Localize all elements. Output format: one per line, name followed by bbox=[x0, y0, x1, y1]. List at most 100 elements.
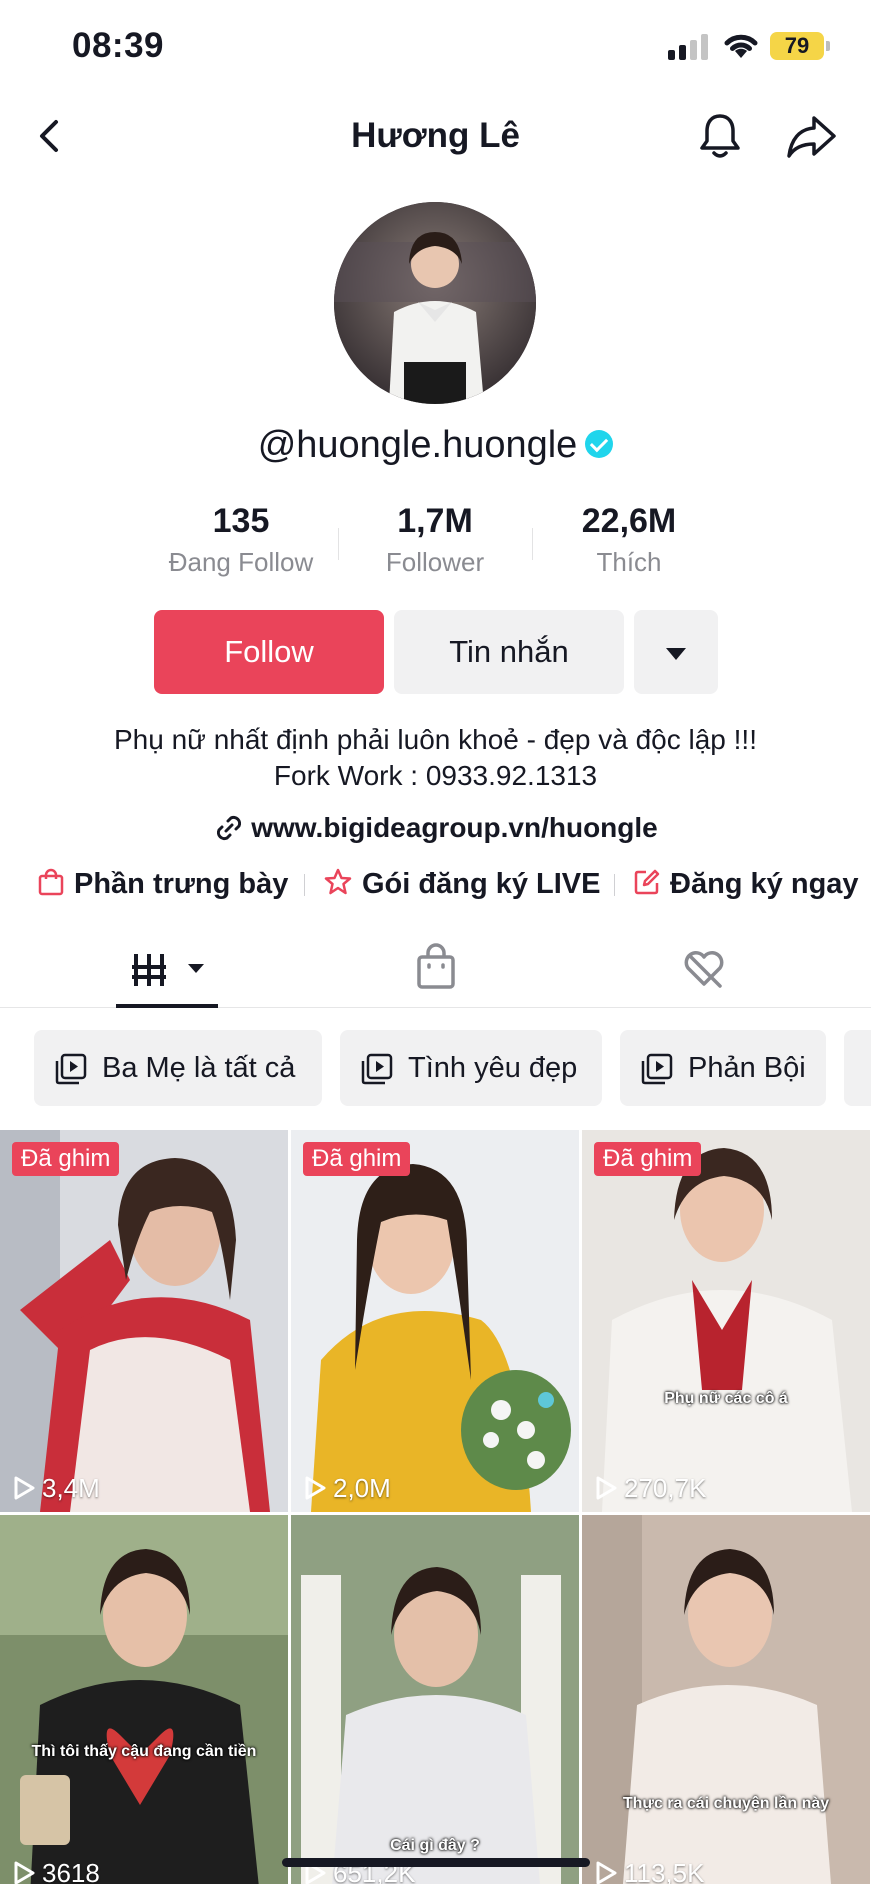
username: @huongle.huongle bbox=[257, 424, 578, 466]
video-grid: Đã ghim 3,4M Đã ghim 2,0M Đã ghim Phụ nữ… bbox=[0, 1130, 871, 1884]
playlist-label: Ba Mẹ là tất cả bbox=[102, 1052, 296, 1084]
nav-bar: Hương Lê bbox=[0, 96, 871, 182]
video-thumbnail bbox=[582, 1515, 870, 1884]
view-count-value: 3618 bbox=[42, 1858, 100, 1884]
stat-followers[interactable]: 1,7M Follower bbox=[340, 502, 530, 578]
video-caption: Thực ra cái chuyện lần này bbox=[622, 1795, 830, 1812]
video-tile[interactable]: Thực ra cái chuyện lần này 113,5K bbox=[582, 1515, 870, 1884]
status-bar: 08:39 79 bbox=[0, 0, 871, 96]
video-caption: Phụ nữ các cô á bbox=[664, 1390, 788, 1407]
chip-label: Phần trưng bày bbox=[74, 868, 289, 900]
tab-liked[interactable] bbox=[680, 930, 728, 1008]
playlist-item[interactable]: Tình yêu đẹp bbox=[340, 1030, 602, 1106]
stat-divider bbox=[338, 528, 339, 560]
follow-button[interactable]: Follow bbox=[154, 610, 384, 694]
content-tabs bbox=[0, 930, 871, 1008]
bio-line: Fork Work : 0933.92.1313 bbox=[273, 760, 598, 791]
video-caption: Cái gì đây ? bbox=[390, 1837, 480, 1854]
stat-likes[interactable]: 22,6M Thích bbox=[534, 502, 724, 578]
active-tab-indicator bbox=[116, 1004, 218, 1008]
stat-value: 1,7M bbox=[397, 502, 473, 540]
video-thumbnail bbox=[291, 1515, 579, 1884]
chip-live-subscription[interactable]: Gói đăng ký LIVE bbox=[322, 862, 601, 906]
chip-showcase[interactable]: Phần trưng bày bbox=[36, 862, 288, 906]
link-text: www.bigideagroup.vn/huongle bbox=[251, 812, 658, 843]
edit-icon bbox=[634, 870, 660, 895]
playlist-item[interactable]: Ba Mẹ là tất cả bbox=[34, 1030, 322, 1106]
video-tile[interactable]: Cái gì đây ? 651,2K bbox=[291, 1515, 579, 1884]
view-count: 3618 bbox=[12, 1858, 100, 1884]
pinned-badge: Đã ghim bbox=[12, 1142, 120, 1176]
grid-icon bbox=[132, 954, 204, 986]
view-count: 270,7K bbox=[594, 1473, 706, 1504]
playlist-icon bbox=[361, 1053, 393, 1085]
stat-value: 135 bbox=[212, 502, 270, 540]
chip-register[interactable]: Đăng ký ngay bbox=[632, 862, 859, 906]
shopping-bag-icon bbox=[417, 943, 455, 989]
message-button[interactable]: Tin nhắn bbox=[394, 610, 624, 694]
playlist-item-partial[interactable] bbox=[844, 1030, 871, 1106]
chip-label: Đăng ký ngay bbox=[670, 868, 859, 900]
play-icon bbox=[14, 1861, 35, 1884]
pinned-badge: Đã ghim bbox=[594, 1142, 702, 1176]
playlist-item[interactable]: Phản Bội bbox=[620, 1030, 826, 1106]
view-count-value: 2,0M bbox=[333, 1473, 391, 1503]
chevron-down-icon bbox=[666, 647, 686, 660]
tab-videos[interactable] bbox=[130, 930, 220, 1008]
status-time: 08:39 bbox=[72, 26, 165, 65]
view-count-value: 3,4M bbox=[42, 1473, 100, 1503]
video-tile[interactable]: Đã ghim 2,0M bbox=[291, 1130, 579, 1512]
video-tile[interactable]: Đã ghim 3,4M bbox=[0, 1130, 288, 1512]
avatar[interactable] bbox=[334, 202, 536, 404]
bio-line: Phụ nữ nhất định phải luôn khoẻ - đẹp và… bbox=[114, 724, 757, 755]
more-options-button[interactable] bbox=[634, 610, 718, 694]
star-badge-icon bbox=[324, 869, 352, 895]
hidden-heart-icon bbox=[684, 951, 724, 988]
battery-indicator: 79 bbox=[770, 32, 830, 60]
video-thumbnail bbox=[582, 1130, 870, 1512]
view-count: 3,4M bbox=[12, 1473, 100, 1504]
playlist-label: Tình yêu đẹp bbox=[408, 1052, 578, 1084]
view-count: 113,5K bbox=[594, 1858, 704, 1884]
bell-icon[interactable] bbox=[694, 110, 746, 162]
stat-label: Đang Follow bbox=[168, 547, 314, 577]
chip-label: Gói đăng ký LIVE bbox=[362, 868, 601, 900]
verified-badge-icon bbox=[585, 429, 614, 458]
cellular-signal-icon bbox=[668, 34, 710, 60]
video-thumbnail bbox=[0, 1515, 288, 1884]
profile-chips: Phần trưng bày Gói đăng ký LIVE Đăng ký … bbox=[36, 862, 871, 906]
video-thumbnail bbox=[291, 1130, 579, 1512]
play-icon bbox=[596, 1476, 617, 1500]
chip-divider bbox=[304, 874, 305, 896]
share-icon[interactable] bbox=[784, 110, 840, 162]
play-icon bbox=[596, 1861, 617, 1884]
video-tile[interactable]: Thì tôi thấy cậu đang cần tiền 3618 bbox=[0, 1515, 288, 1884]
view-count: 2,0M bbox=[303, 1473, 391, 1504]
shopping-bag-icon bbox=[38, 869, 64, 896]
video-caption: Thì tôi thấy cậu đang cần tiền bbox=[31, 1743, 257, 1760]
chip-divider bbox=[614, 874, 615, 896]
play-icon bbox=[14, 1476, 35, 1500]
wifi-icon bbox=[724, 34, 758, 58]
video-tile[interactable]: Đã ghim Phụ nữ các cô á 270,7K bbox=[582, 1130, 870, 1512]
stat-value: 22,6M bbox=[581, 502, 677, 540]
stat-label: Thích bbox=[596, 547, 662, 577]
stat-divider bbox=[532, 528, 533, 560]
profile-link[interactable]: www.bigideagroup.vn/huongle bbox=[0, 812, 871, 846]
bio: Phụ nữ nhất định phải luôn khoẻ - đẹp và… bbox=[0, 722, 871, 794]
playlist-label: Phản Bội bbox=[688, 1052, 806, 1084]
play-icon bbox=[305, 1476, 326, 1500]
view-count-value: 113,5K bbox=[624, 1858, 705, 1884]
playlists-row: Ba Mẹ là tất cả Tình yêu đẹp Phản Bội bbox=[34, 1030, 871, 1108]
link-icon bbox=[217, 815, 242, 840]
tab-shop[interactable] bbox=[410, 930, 462, 1008]
profile-stats: 135 Đang Follow 1,7M Follower 22,6M Thíc… bbox=[0, 502, 871, 582]
username-row: @huongle.huongle bbox=[0, 424, 871, 467]
pinned-badge: Đã ghim bbox=[303, 1142, 411, 1176]
playlist-icon bbox=[641, 1053, 673, 1085]
playlist-icon bbox=[55, 1053, 87, 1085]
home-indicator[interactable] bbox=[282, 1858, 590, 1867]
stat-following[interactable]: 135 Đang Follow bbox=[146, 502, 336, 578]
video-thumbnail bbox=[0, 1130, 288, 1512]
view-count-value: 270,7K bbox=[624, 1473, 707, 1503]
